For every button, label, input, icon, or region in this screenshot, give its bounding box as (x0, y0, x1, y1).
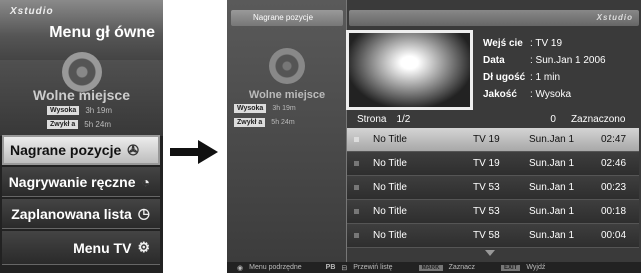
info-input: Wejś cie : TV 19 (483, 38, 562, 49)
menu-item-label: Nagrywanie ręczne (8, 173, 136, 190)
mark-key: MARK (418, 264, 443, 271)
row-time: 00:18 (601, 206, 627, 217)
brand-logo: Xstudio (596, 13, 633, 22)
clock-record-icon: ◔ (141, 173, 150, 190)
row-title: No Title (373, 206, 407, 217)
row-channel: TV 53 (473, 206, 500, 217)
menu-title: Menu gł ówne (49, 24, 155, 41)
recorded-items-panel: Nagrane pozycje Xstudio Wolne miejsce Wy… (227, 0, 641, 273)
footer-menu-label: Menu podrzędne (249, 264, 302, 271)
quality-normal-label: Zwykł a (47, 120, 79, 129)
info-date: Data : Sun.Jan 1 2006 (483, 55, 606, 66)
row-title: No Title (373, 158, 407, 169)
page-value: 1/2 (396, 113, 411, 125)
panel-header: Nagrane pozycje (231, 10, 343, 26)
info-length-value: : 1 min (530, 72, 561, 83)
info-quality-value: : Wysoka (530, 89, 572, 100)
arrow-right-icon (170, 140, 218, 164)
gear-icon: ⚙ (137, 239, 150, 255)
main-menu-panel: Xstudio Menu gł ówne Wolne miejsce Wysok… (0, 0, 163, 273)
film-reel-icon: ✇ (127, 141, 139, 158)
row-checkbox[interactable] (354, 161, 359, 166)
row-channel: TV 19 (473, 158, 500, 169)
list-item[interactable]: No Title TV 53 Sun.Jan 1 00:23 (347, 176, 639, 200)
row-channel: TV 58 (473, 230, 500, 241)
page-status-bar: Strona 1/2 0 Zaznaczono (347, 112, 639, 126)
brand-logo: Xstudio (10, 6, 54, 17)
row-date: Sun.Jan 1 (529, 206, 575, 217)
preview-thumbnail (346, 30, 473, 110)
quality-high-row: Wysoka 3h 19m (47, 106, 112, 115)
footer-mark-label: Zaznacz (448, 264, 476, 271)
footer-exit-label: Wyjdź (526, 264, 546, 271)
video-preview-image (349, 33, 470, 107)
row-checkbox[interactable] (354, 185, 359, 190)
list-item[interactable]: No Title TV 19 Sun.Jan 1 02:47 (347, 128, 639, 152)
row-date: Sun.Jan 1 (529, 230, 575, 241)
scroll-list-icon: ⊟ (341, 264, 348, 272)
info-date-label: Data (483, 55, 505, 66)
quality-high-time: 3h 19m (272, 105, 296, 112)
info-input-label: Wejś cie (483, 38, 523, 49)
menu-item-tv-menu[interactable]: Menu TV ⚙ (2, 231, 160, 265)
row-date: Sun.Jan 1 (529, 182, 575, 193)
row-time: 00:23 (601, 182, 627, 193)
schedule-clock-icon: ◷ (137, 205, 150, 221)
menu-bullet-icon: ◉ (237, 264, 244, 272)
quality-high-time: 3h 19m (85, 106, 113, 115)
row-checkbox[interactable] (354, 137, 359, 142)
menu-item-recorded[interactable]: Nagrane pozycje ✇ (2, 135, 160, 165)
row-title: No Title (373, 134, 407, 145)
row-date: Sun.Jan 1 (529, 134, 575, 145)
free-space-disc-icon (62, 52, 102, 92)
info-date-value: : Sun.Jan 1 2006 (530, 55, 606, 66)
info-quality: Jakość : Wysoka (483, 89, 571, 100)
quality-high-row: Wysoka 3h 19m (234, 104, 296, 113)
menu-item-manual-recording[interactable]: Nagrywanie ręczne ◔ (2, 167, 160, 197)
menu-item-label: Zaplanowana lista (11, 205, 132, 222)
exit-key: EXIT (501, 264, 521, 271)
info-quality-label: Jakość (483, 89, 517, 100)
list-item[interactable]: No Title TV 19 Sun.Jan 1 02:46 (347, 152, 639, 176)
info-length: Dł ugość : 1 min (483, 72, 560, 83)
row-channel: TV 53 (473, 182, 500, 193)
selected-label: Zaznaczono (570, 113, 626, 125)
row-title: No Title (373, 230, 407, 241)
top-bar (349, 10, 639, 26)
free-space-label: Wolne miejsce (248, 89, 326, 101)
page-label: Strona (357, 113, 387, 125)
quality-normal-time: 5h 24m (271, 119, 295, 126)
row-title: No Title (373, 182, 407, 193)
menu-item-label: Menu TV (73, 239, 132, 256)
scroll-down-icon[interactable] (485, 250, 495, 256)
row-checkbox[interactable] (354, 209, 359, 214)
list-item[interactable]: No Title TV 53 Sun.Jan 1 00:18 (347, 200, 639, 224)
menu-item-schedule[interactable]: Zaplanowana lista ◷ (2, 199, 160, 229)
row-time: 00:04 (601, 230, 627, 241)
side-info-panel (227, 0, 347, 262)
row-date: Sun.Jan 1 (529, 158, 575, 169)
quality-normal-label: Zwykł a (234, 118, 266, 127)
selected-count: 0 (550, 113, 556, 125)
quality-normal-row: Zwykł a 5h 24m (234, 118, 295, 127)
row-checkbox[interactable] (354, 233, 359, 238)
list-item[interactable]: No Title TV 58 Sun.Jan 1 00:04 (347, 224, 639, 248)
info-input-value: : TV 19 (530, 38, 563, 49)
quality-normal-row: Zwykł a 5h 24m (47, 120, 111, 129)
quality-high-label: Wysoka (47, 106, 80, 115)
footer-help-bar: ◉ Menu podrzędne PB ⊟ Przewiń listę MARK… (227, 262, 641, 273)
info-length-label: Dł ugość (483, 72, 526, 83)
row-time: 02:47 (601, 134, 627, 145)
row-channel: TV 19 (473, 134, 500, 145)
menu-item-label: Nagrane pozycje (10, 142, 122, 158)
quality-high-label: Wysoka (234, 104, 267, 113)
footer-scroll-label: Przewiń listę (353, 264, 393, 271)
free-space-disc-icon (269, 48, 305, 84)
free-space-label: Wolne miejsce (32, 87, 130, 103)
quality-normal-time: 5h 24m (84, 120, 111, 129)
pb-key: PB (325, 264, 336, 271)
row-time: 02:46 (601, 158, 627, 169)
